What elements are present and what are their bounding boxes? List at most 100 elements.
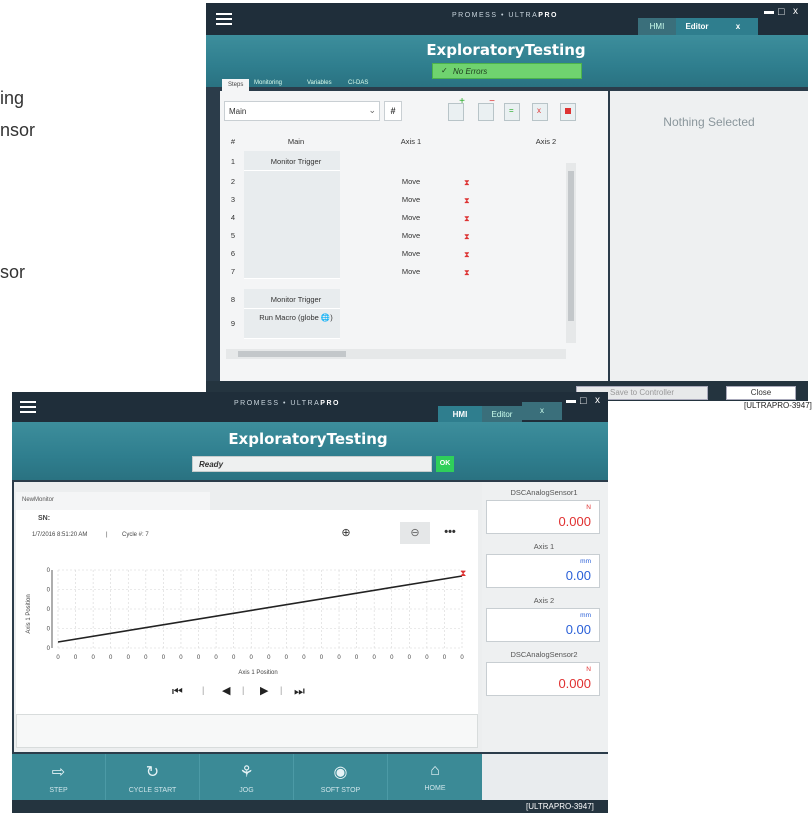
stop-icon: ⧗ bbox=[464, 250, 470, 259]
row-number: 3 bbox=[230, 195, 236, 204]
x-tick-label: 0 bbox=[109, 655, 113, 661]
sensor-label: DSCAnalogSensor2 bbox=[510, 650, 578, 659]
row-number: 5 bbox=[230, 231, 236, 240]
jog-button[interactable]: ⚘ JOG bbox=[200, 754, 294, 800]
check-icon: ✓ bbox=[441, 66, 448, 75]
y-tick-label: 0 bbox=[47, 568, 51, 574]
zoom-in-icon[interactable]: ⊕ bbox=[334, 522, 358, 544]
add-step-icon[interactable]: + bbox=[448, 96, 465, 121]
step-icon: ⇨ bbox=[51, 764, 66, 781]
close-window-icon[interactable]: x bbox=[793, 6, 798, 17]
play-icon[interactable]: ▶ bbox=[260, 684, 268, 697]
separator: | bbox=[202, 685, 205, 695]
separator: | bbox=[280, 685, 283, 695]
tab-hmi[interactable]: HMI bbox=[638, 18, 676, 36]
end-marker-icon: ⧗ bbox=[460, 568, 466, 578]
separator: | bbox=[242, 685, 245, 695]
scroll-thumb[interactable] bbox=[568, 171, 574, 321]
sensor-readout: mm 0.00 bbox=[486, 554, 600, 588]
background-text-1: ing bbox=[0, 88, 25, 108]
row-axis1-cell[interactable]: Move bbox=[386, 267, 436, 276]
home-button[interactable]: ⌂ HOME bbox=[388, 754, 482, 800]
tab-variables[interactable]: Variables bbox=[307, 80, 332, 86]
row-main-cell[interactable]: Run Macro (globe 🌐) bbox=[258, 313, 334, 322]
row-axis1-cell[interactable]: Move bbox=[386, 249, 436, 258]
soft-stop-button[interactable]: ◉ SOFT STOP bbox=[294, 754, 388, 800]
separator: | bbox=[106, 532, 108, 538]
sensor-label: Axis 1 bbox=[533, 542, 555, 551]
row-axis1-cell[interactable]: Move bbox=[386, 213, 436, 222]
step-button[interactable]: ⇨ STEP bbox=[12, 754, 106, 800]
sensor-unit: mm bbox=[580, 612, 591, 619]
horizontal-scrollbar[interactable] bbox=[226, 349, 566, 359]
x-tick-label: 0 bbox=[285, 655, 289, 661]
step-button-label: STEP bbox=[49, 787, 68, 794]
home-icon: ⌂ bbox=[430, 762, 440, 779]
menu-icon[interactable] bbox=[216, 13, 232, 25]
maximize-icon[interactable]: □ bbox=[580, 395, 587, 407]
row-axis1-cell[interactable]: Move bbox=[386, 231, 436, 240]
stop-icon: ⧗ bbox=[464, 232, 470, 241]
vertical-scrollbar[interactable] bbox=[566, 163, 576, 343]
hmi-window: PROMESS • ULTRAPRO HMI Editor x ▬ □ x Ex… bbox=[12, 392, 608, 813]
x-tick-label: 0 bbox=[425, 655, 429, 661]
close-tab-icon[interactable]: x bbox=[522, 402, 562, 420]
close-button[interactable]: Close bbox=[726, 386, 796, 400]
close-tab-icon[interactable]: x bbox=[718, 18, 758, 36]
minimize-icon[interactable]: ▬ bbox=[764, 6, 774, 17]
column-header-num: # bbox=[230, 137, 236, 146]
main-column-fill bbox=[244, 171, 340, 279]
x-tick-label: 0 bbox=[127, 655, 131, 661]
zoom-out-icon[interactable]: ⊖ bbox=[400, 522, 430, 544]
minimize-icon[interactable]: ▬ bbox=[566, 395, 576, 406]
skip-forward-icon[interactable]: ⏭ bbox=[294, 684, 305, 699]
x-tick-label: 0 bbox=[179, 655, 183, 661]
x-tick-label: 0 bbox=[250, 655, 254, 661]
tab-monitoring[interactable]: Monitoring bbox=[254, 80, 282, 86]
menu-icon[interactable] bbox=[20, 401, 36, 413]
position-chart: ⧗ 000000000000000000000000 00000 Axis 1 … bbox=[26, 568, 466, 676]
row-number: 9 bbox=[230, 319, 236, 328]
running-person-icon: ⚘ bbox=[239, 764, 254, 781]
sn-label: SN: bbox=[38, 515, 51, 522]
more-options-icon[interactable]: ••• bbox=[438, 522, 462, 544]
status-bar: ✓ No Errors bbox=[432, 63, 582, 79]
tab-ci-das[interactable]: CI-DAS bbox=[348, 80, 368, 86]
sensor-unit: mm bbox=[580, 558, 591, 565]
sensor-label: Axis 2 bbox=[533, 596, 555, 605]
row-number: 7 bbox=[230, 267, 236, 276]
x-tick-label: 0 bbox=[91, 655, 95, 661]
row-number: 6 bbox=[230, 249, 236, 258]
tab-steps[interactable]: Steps bbox=[222, 79, 250, 91]
cycle-start-button[interactable]: ↻ CYCLE START bbox=[106, 754, 200, 800]
x-tick-label: 0 bbox=[302, 655, 306, 661]
skip-back-icon[interactable]: ⏮ bbox=[172, 684, 183, 699]
x-axis-label: Axis 1 Position bbox=[238, 670, 277, 676]
row-main-cell[interactable]: Monitor Trigger bbox=[248, 157, 344, 166]
delete-icon[interactable]: x bbox=[532, 103, 548, 121]
sensor-label: DSCAnalogSensor1 bbox=[510, 488, 578, 497]
hash-button[interactable]: # bbox=[384, 101, 402, 121]
hmi-footer bbox=[12, 800, 608, 813]
brand-logo: PROMESS • ULTRAPRO bbox=[234, 400, 340, 407]
sensor-value: 0.000 bbox=[558, 514, 591, 529]
x-tick-label: 0 bbox=[408, 655, 412, 661]
column-header-axis2: Axis 2 bbox=[535, 137, 557, 146]
row-axis1-cell[interactable]: Move bbox=[386, 195, 436, 204]
close-window-icon[interactable]: x bbox=[595, 395, 600, 406]
ok-button[interactable]: OK bbox=[436, 456, 454, 472]
row-axis1-cell[interactable]: Move bbox=[386, 177, 436, 186]
maximize-icon[interactable]: □ bbox=[778, 6, 785, 18]
page-title: ExploratoryTesting bbox=[228, 430, 388, 448]
tab-editor[interactable]: Editor bbox=[676, 18, 718, 36]
tab-new-monitor[interactable]: NewMonitor bbox=[16, 492, 210, 510]
scroll-thumb[interactable] bbox=[238, 351, 346, 357]
column-header-axis1: Axis 1 bbox=[400, 137, 422, 146]
clear-icon[interactable] bbox=[560, 103, 576, 121]
sequence-dropdown[interactable]: Main ⌄ bbox=[224, 101, 380, 121]
remove-step-icon[interactable]: − bbox=[478, 96, 495, 121]
sensor-panel-footer bbox=[482, 754, 608, 800]
insert-icon[interactable]: = bbox=[504, 103, 520, 121]
step-back-icon[interactable]: ◀ bbox=[222, 684, 230, 697]
row-main-cell[interactable]: Monitor Trigger bbox=[248, 295, 344, 304]
